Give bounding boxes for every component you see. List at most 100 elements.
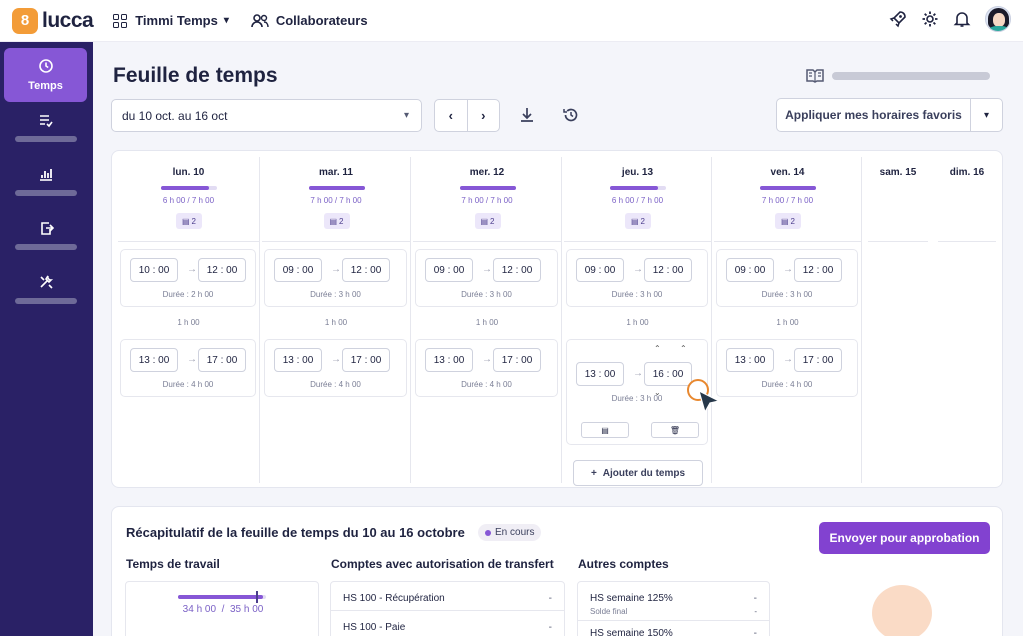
day-divider xyxy=(262,241,411,242)
comment-count-badge[interactable]: ▤ 2 xyxy=(323,213,350,229)
end-time-input[interactable]: 12 : 00 xyxy=(198,258,246,282)
gear-icon[interactable] xyxy=(921,10,939,28)
arrow-right-icon: → xyxy=(331,354,341,365)
pause-duration: 1 h 00 xyxy=(177,318,200,327)
start-time-input[interactable]: 13 : 00 xyxy=(576,362,624,386)
pause-duration: 1 h 00 xyxy=(475,318,499,327)
day-name: mar. 11 xyxy=(319,167,353,178)
minute-increment-icon[interactable]: ⌃ xyxy=(680,344,687,353)
book-icon[interactable] xyxy=(806,69,824,83)
pause-duration: 1 h 00 xyxy=(324,318,348,327)
week-timesheet: lun. 10 6 h 00 / 7 h 00 ▤ 2 10 : 00 → 12 : 00 D… xyxy=(111,150,1003,488)
comment-count-badge[interactable]: ▤ 2 xyxy=(474,213,501,229)
sidebar-item-label: Temps xyxy=(28,80,63,92)
bell-icon[interactable] xyxy=(953,10,971,28)
app-switcher[interactable]: Timmi Temps ▾ xyxy=(113,13,229,28)
sidebar-item-reports[interactable] xyxy=(4,166,87,196)
start-time-input[interactable]: 09 : 00 xyxy=(576,258,624,282)
apply-favorite-hours-label: Appliquer mes horaires favoris xyxy=(785,108,962,122)
delete-button[interactable]: 🗑 xyxy=(651,422,699,438)
slot-duration: Durée : 2 h 00 xyxy=(162,290,214,299)
day-column: lun. 10 6 h 00 / 7 h 00 ▤ 2 10 : 00 → 12 : 00 D… xyxy=(118,157,260,483)
day-column: jeu. 13 6 h 00 / 7 h 00 ▤ 2 09 : 00 → 12 : 00 D… xyxy=(564,157,712,483)
slot-duration: Durée : 4 h 00 xyxy=(162,380,214,389)
work-time-progress xyxy=(178,595,266,599)
slot-duration: Durée : 4 h 00 xyxy=(761,380,813,389)
apply-favorite-hours-button[interactable]: Appliquer mes horaires favoris ▾ xyxy=(776,98,1003,132)
end-time-input[interactable]: 12 : 00 xyxy=(493,258,541,282)
start-time-input[interactable]: 13 : 00 xyxy=(130,348,178,372)
time-slot: 10 : 00 → 12 : 00 Durée : 2 h 00 xyxy=(120,249,256,307)
time-slot: 09 : 00 → 12 : 00 Durée : 3 h 00 xyxy=(415,249,558,307)
lucca-logo-icon: 8 xyxy=(12,7,38,34)
start-time-input[interactable]: 09 : 00 xyxy=(274,258,322,282)
day-column: mer. 12 7 h 00 / 7 h 00 ▤ 2 09 : 00 → 12 : 00 D… xyxy=(413,157,562,483)
next-week-button[interactable]: › xyxy=(466,100,500,131)
avatar[interactable] xyxy=(985,6,1011,32)
day-progress xyxy=(161,186,217,190)
comment-button[interactable]: ▤ xyxy=(581,422,629,438)
start-time-input[interactable]: 10 : 00 xyxy=(130,258,178,282)
arrow-right-icon: → xyxy=(482,354,492,365)
sidebar-item-placeholder xyxy=(14,244,77,250)
start-time-input[interactable]: 09 : 00 xyxy=(425,258,473,282)
other-accounts-box: HS semaine 125% - Solde final - HS semaine… xyxy=(577,581,770,636)
app-name: Timmi Temps xyxy=(135,13,218,28)
start-time-input[interactable]: 13 : 00 xyxy=(726,348,774,372)
start-time-input[interactable]: 09 : 00 xyxy=(726,258,774,282)
work-time-hours: 34 h 00 / 35 h 00 xyxy=(182,604,264,615)
day-hours: 7 h 00 / 7 h 00 xyxy=(461,196,513,205)
end-time-input[interactable]: 12 : 00 xyxy=(794,258,842,282)
trash-icon: 🗑 xyxy=(669,425,681,435)
collaborators-link[interactable]: Collaborateurs xyxy=(251,13,368,28)
comment-icon: ▤ xyxy=(480,216,489,226)
lucca-logo[interactable]: 8 lucca xyxy=(12,7,94,34)
sidebar-item-settings[interactable] xyxy=(4,274,87,304)
end-time-input[interactable]: 12 : 00 xyxy=(644,258,692,282)
start-time-input[interactable]: 13 : 00 xyxy=(425,348,473,372)
rocket-icon[interactable] xyxy=(889,10,907,28)
arrow-right-icon: → xyxy=(187,354,197,365)
send-for-approval-button[interactable]: Envoyer pour approbation xyxy=(819,522,990,554)
user-name-placeholder xyxy=(832,72,990,80)
transfer-accounts-title: Comptes avec autorisation de transfert xyxy=(331,557,554,571)
collaborators-label: Collaborateurs xyxy=(275,13,368,28)
history-icon[interactable] xyxy=(562,106,580,124)
sidebar-item-validation[interactable] xyxy=(4,112,87,142)
comment-count-badge[interactable]: ▤ 2 xyxy=(775,213,801,229)
end-time-input[interactable]: 17 : 00 xyxy=(794,348,842,372)
end-time-input[interactable]: 17 : 00 xyxy=(198,348,246,372)
sidebar-item-export[interactable] xyxy=(4,220,87,250)
previous-week-button[interactable]: ‹ xyxy=(435,100,467,131)
summary-title: Récapitulatif de la feuille de temps du … xyxy=(126,525,465,540)
comment-count-badge[interactable]: ▤ 2 xyxy=(625,213,651,229)
pause-duration: 1 h 00 xyxy=(626,318,649,327)
clock-icon xyxy=(38,59,53,73)
comment-icon: ▤ xyxy=(630,216,639,226)
brand-name: lucca xyxy=(42,8,94,32)
end-time-input[interactable]: 16 : 00 xyxy=(644,362,692,386)
mouse-cursor-icon xyxy=(698,389,721,414)
chevron-down-icon: ▾ xyxy=(403,110,409,121)
period-select[interactable]: du 10 oct. au 16 oct ▾ xyxy=(111,99,422,132)
day-divider xyxy=(564,241,712,242)
chevron-down-icon[interactable]: ▾ xyxy=(970,99,1002,131)
comment-count-badge[interactable]: ▤ 2 xyxy=(176,213,202,229)
end-time-input[interactable]: 12 : 00 xyxy=(342,258,390,282)
comment-icon: ▤ xyxy=(181,216,190,226)
download-icon[interactable] xyxy=(518,106,536,124)
slot-duration: Durée : 3 h 00 xyxy=(461,290,512,299)
end-time-input[interactable]: 17 : 00 xyxy=(342,348,390,372)
comment-icon: ▤ xyxy=(601,425,609,435)
add-time-button[interactable]: + Ajouter du temps xyxy=(573,460,703,486)
hour-increment-icon[interactable]: ⌃ xyxy=(654,344,661,353)
account-row: HS semaine 150% - xyxy=(590,628,757,636)
sidebar-item-temps[interactable]: Temps xyxy=(4,48,87,102)
start-time-input[interactable]: 13 : 00 xyxy=(274,348,322,372)
day-progress xyxy=(459,186,516,190)
end-time-input[interactable]: 17 : 00 xyxy=(493,348,541,372)
chevron-down-icon: ▾ xyxy=(223,15,229,26)
day-name: ven. 14 xyxy=(770,167,805,178)
sidebar: Temps xyxy=(0,42,93,636)
hour-decrement-icon[interactable]: ⌄ xyxy=(654,388,661,397)
